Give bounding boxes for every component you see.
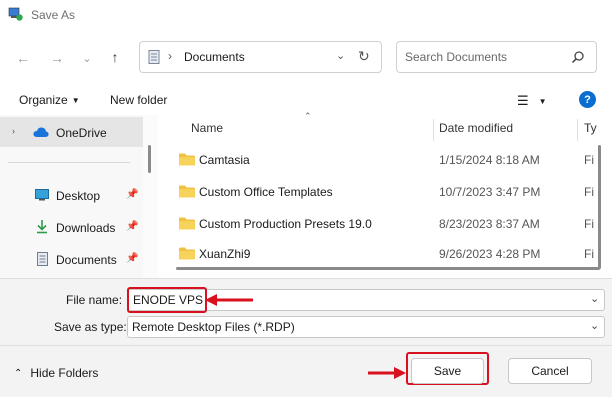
hide-folders-label: Hide Folders	[30, 366, 99, 380]
refresh-icon[interactable]: ↻	[358, 48, 370, 65]
chevron-up-icon: ⌃	[14, 367, 23, 379]
arrow-right-icon: →	[50, 50, 64, 66]
file-name: XuanZhi9	[199, 247, 251, 261]
sidebar-item-downloads[interactable]: Downloads 📌	[0, 213, 143, 243]
file-name-label: File name:	[66, 293, 123, 307]
search-box[interactable]: Search Documents	[396, 41, 597, 73]
sidebar-item-label: Documents	[56, 253, 117, 267]
address-bar[interactable]: › Documents ⌄ ↻	[139, 41, 382, 73]
folder-icon	[179, 247, 195, 260]
file-date: 1/15/2024 8:18 AM	[439, 153, 540, 167]
caret-down-icon: ▼	[71, 95, 80, 105]
table-row[interactable]: Custom Production Presets 19.0 8/23/2023…	[158, 209, 610, 239]
up-button[interactable]: ↑	[104, 46, 126, 68]
file-type: Fi	[584, 185, 594, 199]
column-header-name[interactable]: Name	[191, 121, 223, 135]
address-path[interactable]: Documents	[184, 50, 245, 64]
column-divider[interactable]	[433, 119, 434, 141]
file-list: ⌃ Name Date modified Ty Camtasia 1/15/20…	[158, 111, 610, 278]
table-row[interactable]: Custom Office Templates 10/7/2023 3:47 P…	[158, 177, 610, 207]
sidebar-item-onedrive[interactable]: › OneDrive	[0, 117, 143, 147]
chevron-down-icon: ⌄	[82, 52, 92, 65]
file-name: Camtasia	[199, 153, 250, 167]
file-name: Custom Production Presets 19.0	[199, 217, 372, 231]
sort-up-icon: ⌃	[304, 111, 312, 121]
arrow-up-icon: ↑	[111, 49, 119, 65]
file-date: 9/26/2023 4:28 PM	[439, 247, 541, 261]
file-name: Custom Office Templates	[199, 185, 333, 199]
cancel-button[interactable]: Cancel	[508, 358, 592, 384]
save-button[interactable]: Save	[411, 358, 484, 384]
save-type-label: Save as type:	[54, 320, 127, 334]
window-title: Save As	[31, 8, 76, 22]
app-icon	[8, 6, 24, 22]
search-icon	[571, 50, 585, 64]
sidebar-item-label: OneDrive	[56, 126, 107, 140]
vertical-scrollbar-thumb[interactable]	[598, 145, 601, 269]
sidebar-item-label: Desktop	[56, 189, 101, 203]
divider	[8, 162, 130, 163]
recent-locations-button[interactable]: ⌄	[76, 47, 98, 69]
help-icon[interactable]: ?	[579, 91, 596, 108]
chevron-down-icon[interactable]: ⌄	[590, 292, 599, 305]
cloud-icon	[33, 126, 49, 138]
organize-menu[interactable]: Organize ▼	[19, 93, 80, 107]
file-type: Fi	[584, 217, 594, 231]
file-name-value[interactable]: ENODE VPS	[133, 293, 203, 307]
forward-button[interactable]: →	[46, 47, 68, 69]
annotation-arrow	[205, 294, 255, 306]
table-row[interactable]: XuanZhi9 9/26/2023 4:28 PM Fi	[158, 239, 610, 269]
document-icon	[37, 252, 48, 266]
file-name-field[interactable]: ENODE VPS ⌄	[127, 287, 605, 313]
arrow-left-icon: ←	[16, 50, 30, 66]
divider	[0, 278, 612, 279]
caret-down-icon: ▼	[538, 96, 547, 106]
column-divider[interactable]	[577, 119, 578, 141]
file-date: 10/7/2023 3:47 PM	[439, 185, 541, 199]
sidebar-item-label: Downloads	[56, 221, 116, 235]
organize-label: Organize	[19, 93, 68, 107]
file-type: Fi	[584, 153, 594, 167]
file-date: 8/23/2023 8:37 AM	[439, 217, 540, 231]
column-header-type[interactable]: Ty	[584, 121, 597, 135]
divider	[0, 345, 612, 346]
address-dropdown-icon[interactable]: ⌄	[336, 49, 345, 62]
navigation-pane: › OneDrive Desktop 📌 Downloads 📌 Documen…	[0, 115, 143, 278]
download-icon	[36, 220, 48, 234]
chevron-right-icon: ›	[168, 49, 172, 63]
horizontal-scrollbar-thumb[interactable]	[176, 267, 600, 270]
pin-icon: 📌	[126, 221, 139, 232]
folder-icon	[179, 217, 195, 230]
nav-scrollbar[interactable]	[143, 115, 158, 278]
save-options-panel: File name: ENODE VPS ⌄ Save as type: Rem…	[0, 278, 612, 397]
desktop-icon	[35, 189, 49, 201]
new-folder-button[interactable]: New folder	[110, 93, 167, 107]
pin-icon: 📌	[126, 253, 139, 264]
document-icon	[148, 50, 160, 64]
table-row[interactable]: Camtasia 1/15/2024 8:18 AM Fi	[158, 145, 610, 175]
hide-folders-toggle[interactable]: ⌃ Hide Folders	[14, 366, 98, 380]
list-view-icon: ☰	[517, 93, 529, 108]
annotation-arrow	[368, 367, 406, 379]
column-header-date-modified[interactable]: Date modified	[439, 121, 513, 135]
sidebar-item-documents[interactable]: Documents 📌	[0, 245, 143, 275]
scrollbar-thumb[interactable]	[148, 145, 151, 173]
search-input[interactable]: Search Documents	[405, 50, 507, 64]
view-menu[interactable]: ☰ ▼	[517, 93, 547, 109]
save-type-select[interactable]: Remote Desktop Files (*.RDP) ⌄	[127, 316, 605, 338]
folder-icon	[179, 153, 195, 166]
back-button[interactable]: ←	[12, 47, 34, 69]
chevron-down-icon[interactable]: ⌄	[590, 319, 599, 332]
save-type-value[interactable]: Remote Desktop Files (*.RDP)	[132, 320, 295, 334]
file-type: Fi	[584, 247, 594, 261]
title-bar: Save As	[0, 0, 612, 32]
sidebar-item-desktop[interactable]: Desktop 📌	[0, 181, 143, 211]
pin-icon: 📌	[126, 189, 139, 200]
chevron-right-icon[interactable]: ›	[12, 126, 15, 136]
folder-icon	[179, 185, 195, 198]
